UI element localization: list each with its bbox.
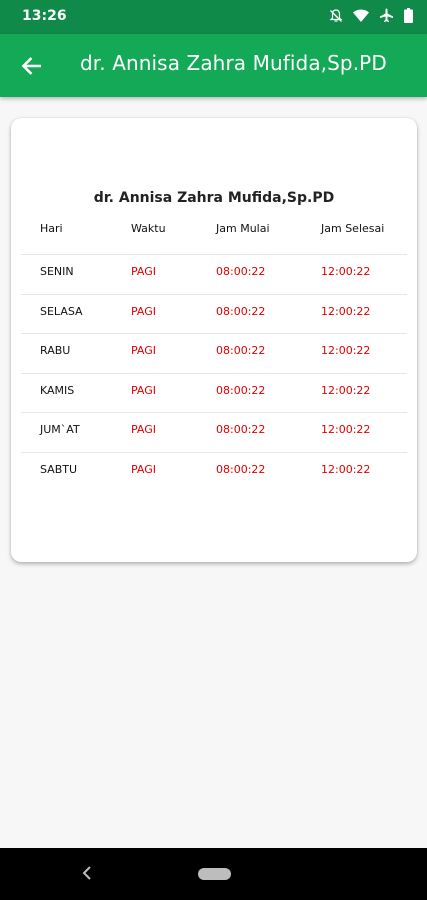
page-title: dr. Annisa Zahra Mufida,Sp.PD <box>80 51 387 75</box>
row-start-time: 08:00:22 <box>216 463 266 476</box>
battery-icon <box>404 8 413 23</box>
status-time: 13:26 <box>22 8 67 24</box>
row-shift: PAGI <box>131 344 157 357</box>
app-bar: dr. Annisa Zahra Mufida,Sp.PD <box>0 34 427 97</box>
row-shift: PAGI <box>131 384 157 397</box>
header-day: Hari <box>40 222 63 235</box>
row-day: RABU <box>40 344 71 357</box>
table-row: SELASA PAGI 08:00:22 12:00:22 <box>21 294 407 334</box>
row-day: SABTU <box>40 463 78 476</box>
nav-back-icon[interactable] <box>82 865 92 885</box>
status-icons <box>329 8 413 23</box>
row-end-time: 12:00:22 <box>321 265 371 278</box>
row-end-time: 12:00:22 <box>321 384 371 397</box>
arrow-left-icon <box>21 57 41 75</box>
row-day: KAMIS <box>40 384 75 397</box>
back-button[interactable] <box>16 51 46 81</box>
row-end-time: 12:00:22 <box>321 463 371 476</box>
row-day: SELASA <box>40 305 83 318</box>
schedule-card: dr. Annisa Zahra Mufida,Sp.PD Hari Waktu… <box>11 118 417 562</box>
row-start-time: 08:00:22 <box>216 305 266 318</box>
row-shift: PAGI <box>131 463 157 476</box>
schedule-doctor-name: dr. Annisa Zahra Mufida,Sp.PD <box>93 190 335 206</box>
row-end-time: 12:00:22 <box>321 423 371 436</box>
header-shift: Waktu <box>131 222 166 235</box>
row-end-time: 12:00:22 <box>321 305 371 318</box>
row-shift: PAGI <box>131 423 157 436</box>
airplane-icon <box>379 8 394 23</box>
table-row: JUM`AT PAGI 08:00:22 12:00:22 <box>21 412 407 452</box>
schedule-header-row: Hari Waktu Jam Mulai Jam Selesai <box>11 222 417 242</box>
table-row: RABU PAGI 08:00:22 12:00:22 <box>21 333 407 373</box>
row-day: JUM`AT <box>40 423 80 436</box>
table-row: SENIN PAGI 08:00:22 12:00:22 <box>21 254 407 294</box>
row-shift: PAGI <box>131 265 157 278</box>
notifications-off-icon <box>329 8 343 23</box>
row-shift: PAGI <box>131 305 157 318</box>
row-start-time: 08:00:22 <box>216 265 266 278</box>
row-start-time: 08:00:22 <box>216 344 266 357</box>
row-day: SENIN <box>40 265 74 278</box>
system-nav-bar <box>0 848 427 900</box>
row-start-time: 08:00:22 <box>216 384 266 397</box>
header-end-time: Jam Selesai <box>321 222 385 235</box>
wifi-icon <box>353 9 369 22</box>
header-start-time: Jam Mulai <box>216 222 270 235</box>
status-bar: 13:26 <box>0 0 427 34</box>
table-row: KAMIS PAGI 08:00:22 12:00:22 <box>21 373 407 413</box>
row-start-time: 08:00:22 <box>216 423 266 436</box>
nav-home-pill[interactable] <box>198 868 231 880</box>
row-end-time: 12:00:22 <box>321 344 371 357</box>
table-row: SABTU PAGI 08:00:22 12:00:22 <box>21 452 407 492</box>
